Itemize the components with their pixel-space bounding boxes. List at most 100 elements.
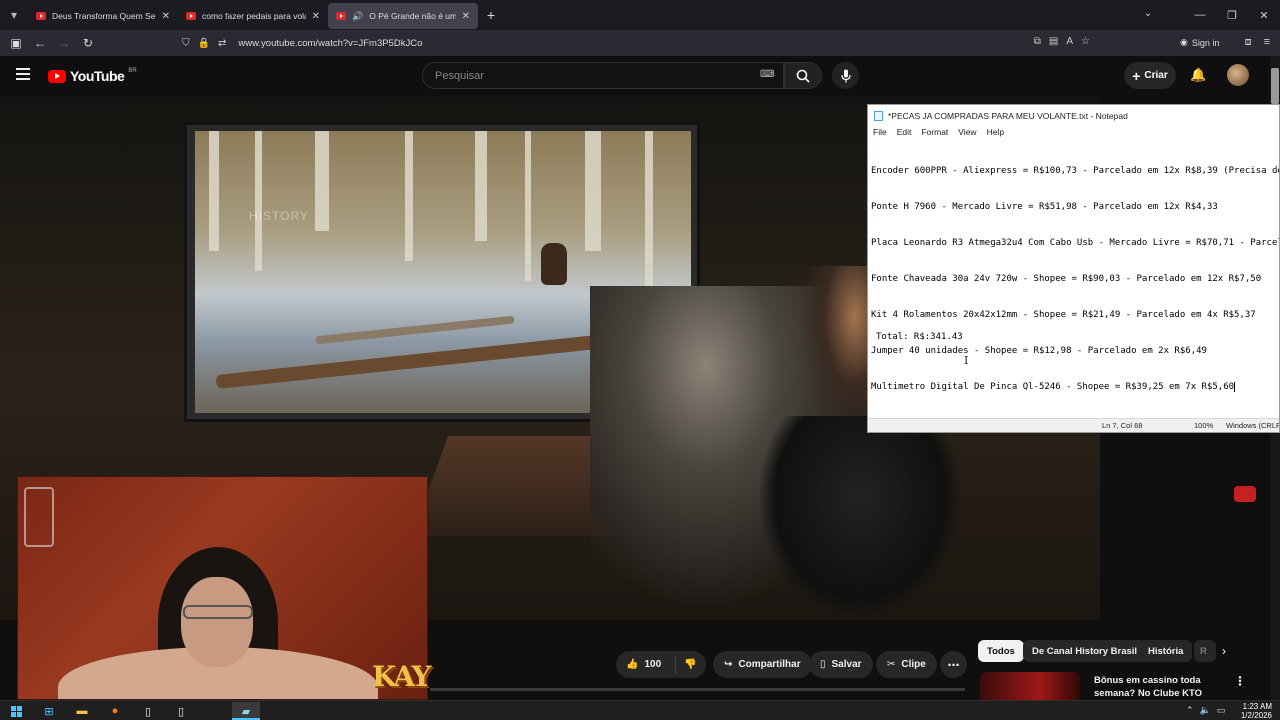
thumbs-up-icon: 👍 [626,659,639,670]
scrollbar-thumb[interactable] [1271,68,1279,104]
video-progress-bar[interactable] [430,688,965,691]
youtube-logo-text: YouTube [70,68,125,84]
menu-view[interactable]: View [958,127,976,141]
list-all-tabs-icon[interactable]: ⌄ [1140,8,1156,19]
keyboard-icon[interactable]: ⌨ [760,69,774,80]
chips-next-chevron-icon[interactable]: › [1222,644,1226,658]
minimize-button[interactable]: — [1184,9,1216,21]
recommendation-thumbnail[interactable] [980,672,1080,700]
browser-tab-1[interactable]: Deus Transforma Quem Se Arre ✕ [28,3,178,29]
speaker-icon[interactable]: 🔊 [352,11,363,22]
microphone-icon [840,69,851,82]
extensions-icon[interactable]: ⧈ [1245,36,1252,49]
clip-label: Clipe [901,659,926,670]
like-dislike-group: 👍 100 👎 [616,651,706,678]
tab-title: Deus Transforma Quem Se Arre [52,11,156,21]
search-input[interactable]: Pesquisar [422,62,784,89]
notepad-text-area[interactable]: Encoder 600PPR - Aliexpress = R$100,73 -… [868,141,1279,420]
file-explorer-icon[interactable]: ▬ [75,704,89,718]
studio-chair [760,416,960,616]
close-window-button[interactable]: ✕ [1248,9,1280,22]
avatar[interactable] [1227,64,1249,86]
notes-icon[interactable]: ▯ [174,704,188,718]
menu-help[interactable]: Help [987,127,1004,141]
shield-icon[interactable]: ⛉ [182,38,190,49]
notifications-bell-icon[interactable]: 🔔 [1190,67,1206,83]
dislike-button[interactable]: 👎 [684,659,696,670]
address-bar-actions: ⧉ ▤ A ☆ [1034,36,1090,47]
chip-historia[interactable]: História [1139,640,1193,662]
permissions-icon[interactable]: ⇄ [218,38,226,49]
subscribe-watermark-icon[interactable] [1234,486,1256,502]
translate-icon[interactable]: A [1066,36,1073,47]
reload-button[interactable]: ↻ [76,36,100,50]
sidebar-toggle-icon[interactable]: ▣ [4,36,28,50]
divider [675,655,677,674]
text-line: Placa Leonardo R3 Atmega32u4 Com Cabo Us… [871,238,1280,248]
notepad-window: *PECAS JA COMPRADAS PARA MEU VOLANTE.txt… [867,104,1280,433]
browser-tab-2[interactable]: como fazer pedais para volante ✕ [178,3,328,29]
chip-todos[interactable]: Todos [978,640,1024,662]
tray-chevron-icon[interactable]: ⌃ [1186,705,1194,716]
notepad-menu-bar: File Edit Format View Help [868,127,1279,141]
taskbar-clock[interactable]: 1:23 AM 1/2/2026 [1240,702,1272,720]
start-button[interactable] [9,704,23,718]
address-bar[interactable]: ⛉ 🔒 ⇄ www.youtube.com/watch?v=JFm3P5DkJC… [176,32,1096,54]
back-button[interactable]: ← [28,36,52,50]
share-label: Compartilhar [738,659,801,670]
search-button[interactable] [784,62,822,89]
create-label: Criar [1144,70,1168,81]
tab-close-icon[interactable]: ✕ [162,11,170,22]
tab-list-icon[interactable]: ▾ [0,0,28,30]
youtube-logo[interactable]: YouTube BR [48,68,137,84]
recommendation-menu-icon[interactable]: ⋮ [1234,674,1246,688]
windows-logo-icon [10,705,22,717]
menu-edit[interactable]: Edit [897,127,912,141]
more-actions-button[interactable]: ⋯ [940,651,967,678]
text-caret [1234,381,1236,392]
menu-format[interactable]: Format [921,127,948,141]
restore-button[interactable]: ❐ [1216,9,1248,22]
stream-logo-sticker: KAY [372,660,432,693]
notepad-taskbar-icon[interactable]: ▰ [239,704,253,718]
firefox-icon[interactable]: ● [108,704,122,718]
bookmark-icon: ▯ [820,659,826,670]
url-text[interactable]: www.youtube.com/watch?v=JFm3P5DkJCo [238,38,422,49]
browser-nav-bar: ▣ ← → ↻ ⛉ 🔒 ⇄ www.youtube.com/watch?v=JF… [0,30,1280,56]
new-tab-button[interactable]: + [478,7,504,23]
forward-button[interactable]: → [52,36,76,50]
hamburger-menu-icon[interactable] [16,68,30,80]
menu-file[interactable]: File [873,127,887,141]
network-icon[interactable]: ▭ [1217,705,1226,716]
create-button[interactable]: + Criar [1124,62,1176,89]
notepad-title-bar[interactable]: *PECAS JA COMPRADAS PARA MEU VOLANTE.txt… [868,105,1279,127]
share-button[interactable]: ↪ Compartilhar [713,651,812,678]
lock-icon[interactable]: 🔒 [198,38,210,49]
text-line: Kit 4 Rolamentos 20x42x12mm - Shopee = R… [871,310,1256,320]
tab-close-icon[interactable]: ✕ [312,11,320,22]
like-button[interactable]: 👍 100 [626,659,661,670]
menu-icon[interactable]: ≡ [1264,36,1270,49]
volume-icon[interactable]: 🔈 [1200,705,1211,716]
voice-search-button[interactable] [832,62,859,89]
recommendation-title[interactable]: Bônus em cassino toda semana? No Clube K… [1094,674,1224,700]
tab-close-icon[interactable]: ✕ [462,11,470,22]
share-icon: ↪ [724,659,733,670]
webcam-overlay [17,476,428,700]
document-icon[interactable]: ▯ [141,704,155,718]
sign-in-button[interactable]: ◉ Sign in [1180,37,1219,48]
reader-view-icon[interactable]: ▤ [1049,36,1058,47]
notepad-icon [874,111,883,121]
window-controls: ⌄ — ❐ ✕ [1144,0,1280,30]
bookmark-star-icon[interactable]: ☆ [1081,36,1090,47]
text-line: Multimetro Digital De Pinca Ql-5246 - Sh… [871,382,1235,392]
store-icon[interactable]: ⊞ [42,704,56,718]
save-button[interactable]: ▯ Salvar [809,651,873,678]
search-placeholder: Pesquisar [435,69,484,82]
picture-in-picture-icon[interactable]: ⧉ [1034,36,1041,47]
line-ending: Windows (CRLF) [1226,421,1280,430]
chip-truncated[interactable]: R [1194,640,1216,662]
browser-tab-3-active[interactable]: 🔊 O Pé Grande não é um prim ✕ [328,3,478,29]
chip-de-canal[interactable]: De Canal History Brasil [1023,640,1147,662]
clip-button[interactable]: ✂ Clipe [876,651,937,678]
